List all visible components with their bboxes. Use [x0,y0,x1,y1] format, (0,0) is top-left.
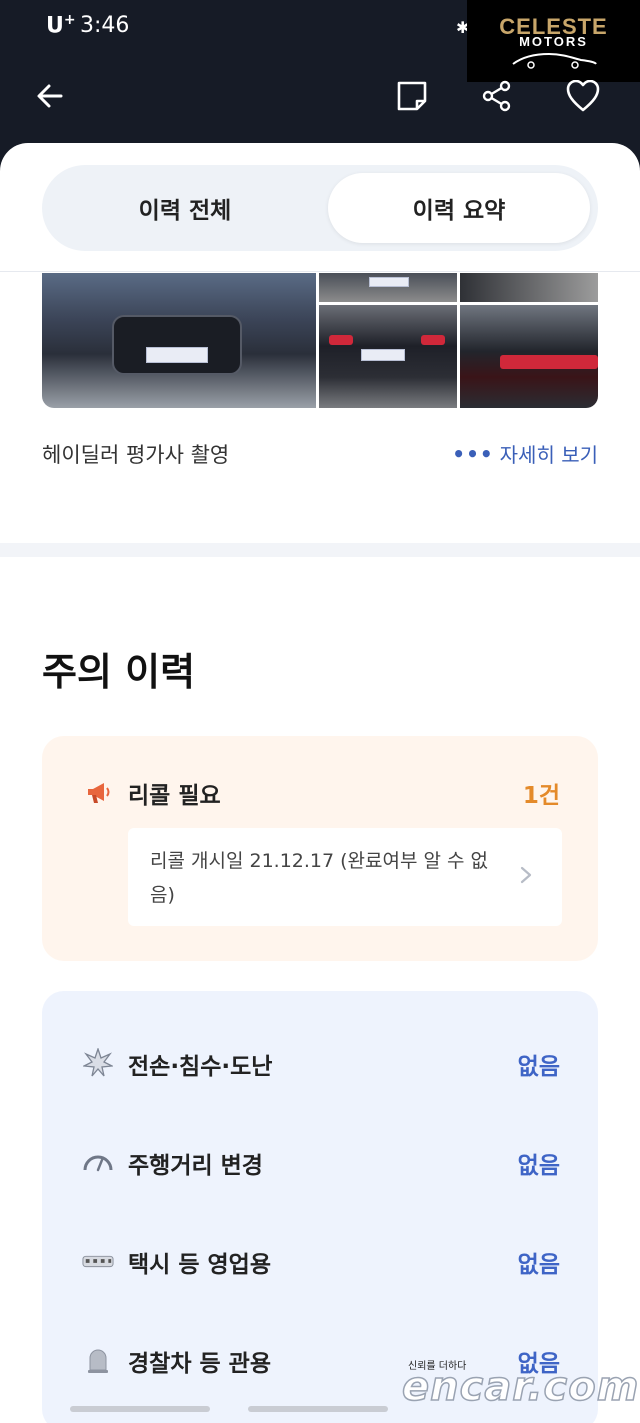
chevron-right-icon [520,866,532,884]
commercial-use-label: 택시 등 영업용 [128,1252,271,1278]
tab-summary-history[interactable]: 이력 요약 [328,173,590,243]
total-loss-label: 전손·침수·도난 [128,1054,273,1080]
burst-icon [82,1047,114,1079]
car-front-photo[interactable] [42,273,316,408]
caution-history-title: 주의 이력 [42,650,196,694]
logo-subtitle: MOTORS [519,34,588,49]
recall-detail-item[interactable]: 리콜 개시일 21.12.17 (완료여부 알 수 없음) [128,828,562,926]
list-item: 택시 등 영업용 없음 [42,1231,598,1291]
tab-divider [0,271,640,272]
section-separator [0,543,640,557]
note-icon[interactable] [392,76,432,116]
history-tab-switcher: 이력 전체 이력 요약 [42,165,598,251]
inspection-photo-grid[interactable] [42,273,598,408]
taxi-sign-icon [82,1245,114,1277]
tab-full-history[interactable]: 이력 전체 [50,173,320,243]
content-sheet: 이력 전체 이력 요약 헤이딜러 평가사 촬영 ••• 자세히 보기 주의 이력 [0,143,640,1423]
view-more-label: 자세히 보기 [499,443,598,467]
recall-detail-text: 리콜 개시일 21.12.17 (완료여부 알 수 없음) [150,850,489,906]
mileage-change-label: 주행거리 변경 [128,1153,263,1179]
megaphone-icon [88,783,110,803]
gesture-bar [70,1406,210,1412]
siren-icon [82,1344,114,1376]
view-more-link[interactable]: ••• 자세히 보기 [452,439,598,468]
carrier-label: U+ [46,12,76,39]
clock: 3:46 [80,13,130,38]
speedometer-icon [82,1146,114,1178]
more-dots-icon: ••• [452,441,494,466]
list-item: 전손·침수·도난 없음 [42,1033,598,1093]
top-nav [0,60,640,140]
official-use-label: 경찰차 등 관용 [128,1351,271,1377]
car-photo-thumb[interactable] [319,273,457,302]
photo-caption: 헤이딜러 평가사 촬영 [42,443,230,467]
total-loss-value: 없음 [517,1054,560,1080]
car-rear-photo[interactable] [319,305,457,408]
list-item: 주행거리 변경 없음 [42,1132,598,1192]
gesture-bar [248,1406,388,1412]
history-status-list: 전손·침수·도난 없음 주행거리 변경 없음 택시 등 영업용 없음 경찰차 등… [42,991,598,1423]
watermark-brand: encar.com [401,1363,640,1411]
recall-card: 리콜 필요 1건 리콜 개시일 21.12.17 (완료여부 알 수 없음) [42,736,598,961]
car-taillight-photo[interactable] [460,305,598,408]
recall-label: 리콜 필요 [128,783,221,809]
mileage-change-value: 없음 [517,1153,560,1179]
back-arrow-icon[interactable] [30,76,70,116]
share-icon[interactable] [477,76,517,116]
recall-count: 1건 [522,783,560,809]
car-photo-thumb[interactable] [460,273,598,302]
heart-icon[interactable] [563,76,603,116]
commercial-use-value: 없음 [517,1252,560,1278]
